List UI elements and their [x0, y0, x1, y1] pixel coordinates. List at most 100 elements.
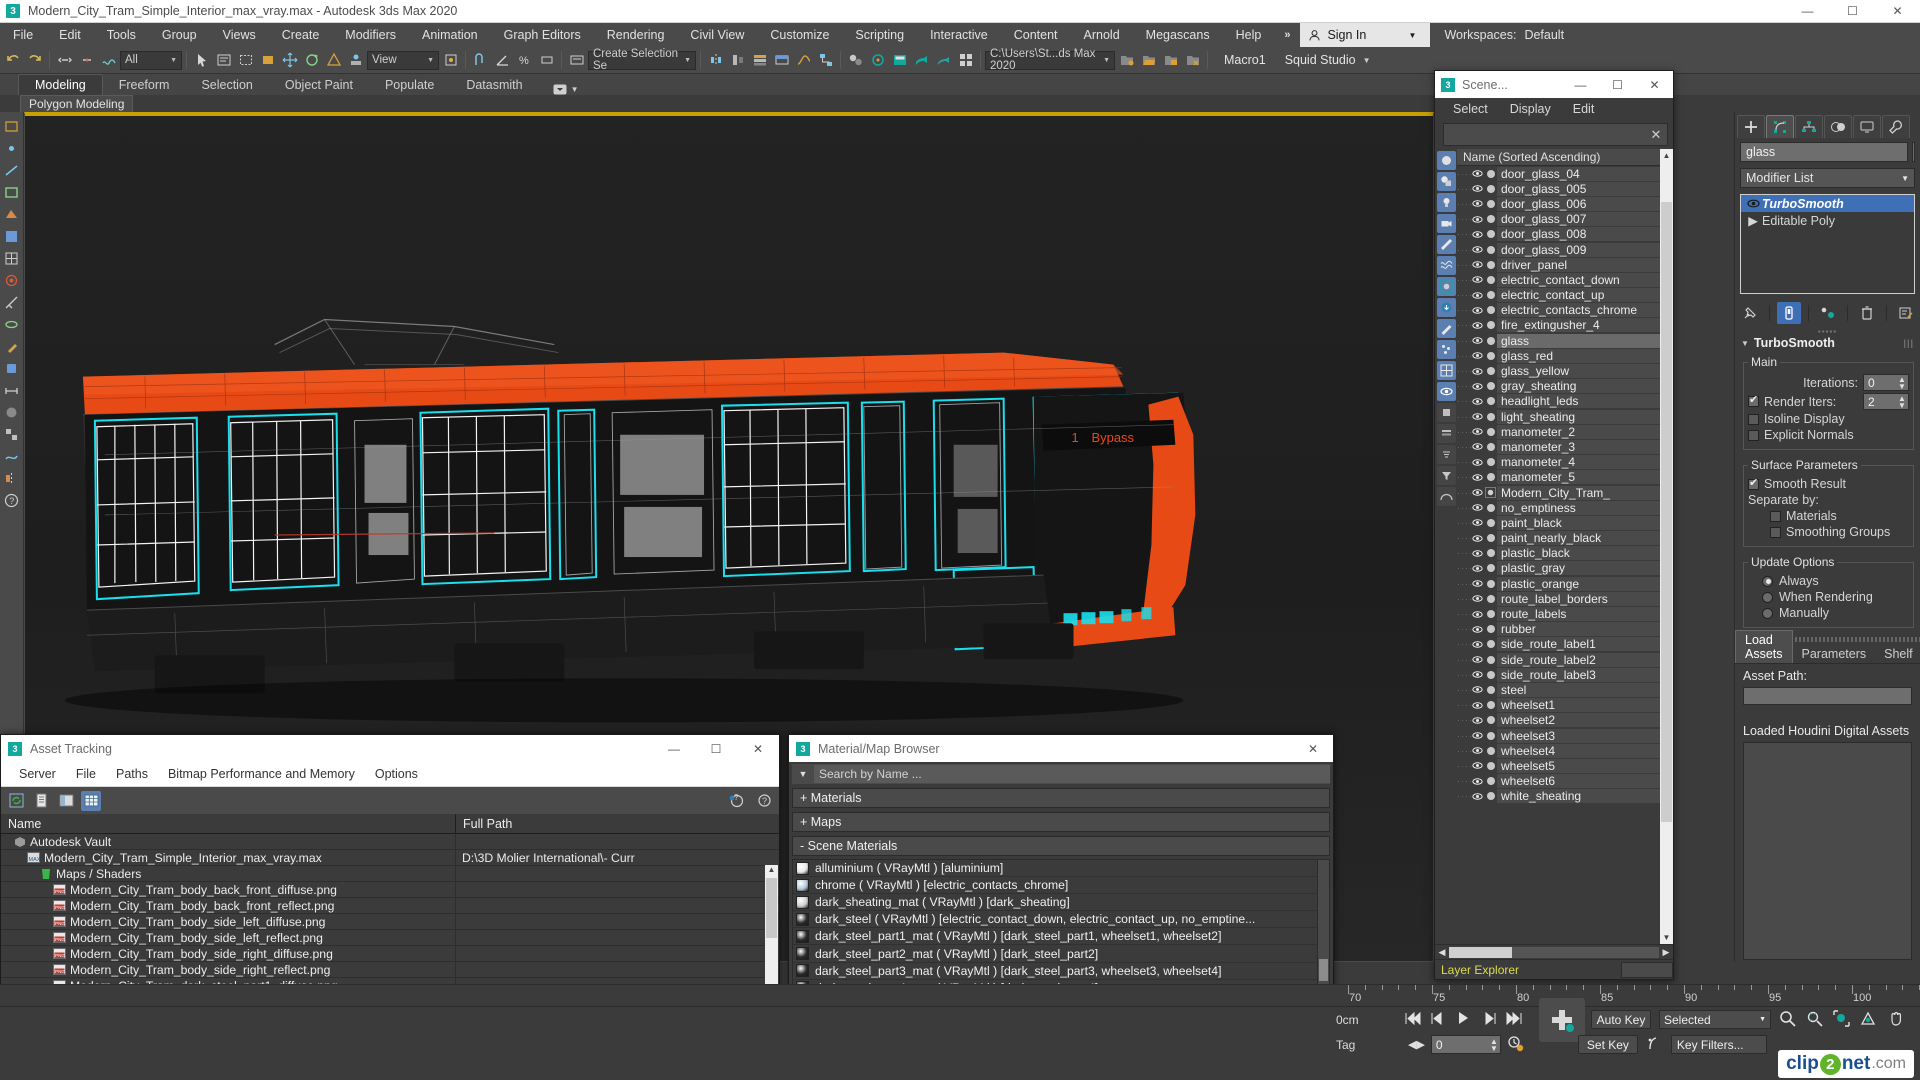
object-type-icon[interactable] [1484, 715, 1497, 725]
menu-file[interactable]: File [0, 23, 46, 47]
asset-path-cell[interactable] [456, 834, 779, 849]
filter-cameras-icon[interactable] [1436, 214, 1456, 233]
chevron-down-icon[interactable]: ▼ [164, 57, 177, 64]
menu-overflow-icon[interactable]: » [1274, 29, 1300, 41]
select-scale-icon[interactable] [323, 50, 344, 71]
menu-group[interactable]: Group [149, 23, 210, 47]
visibility-toggle-icon[interactable] [1471, 700, 1484, 711]
object-type-icon[interactable] [1484, 503, 1497, 513]
next-frame-icon[interactable] [1480, 1011, 1497, 1028]
asset-row[interactable]: PNG Modern_City_Tram_body_side_right_diff… [1, 946, 779, 962]
scroll-up-icon[interactable]: ▲ [1660, 149, 1673, 162]
select-object-icon[interactable] [191, 50, 212, 71]
filter-sort-icon[interactable] [1436, 445, 1456, 464]
filter-funnel-icon[interactable] [1436, 466, 1456, 485]
materials-checkbox[interactable] [1770, 510, 1781, 522]
project-folder-new-icon[interactable] [1116, 50, 1137, 71]
tab-create[interactable] [1737, 115, 1765, 138]
scene-object-row[interactable]: ···· glass_red [1457, 348, 1660, 363]
menu-graph-editors[interactable]: Graph Editors [491, 23, 594, 47]
asset-menu-options[interactable]: Options [365, 767, 428, 781]
bridge-icon[interactable] [2, 380, 22, 400]
scene-object-name[interactable]: side_route_label2 [1497, 652, 1660, 667]
scene-object-name[interactable]: wheelset6 [1497, 774, 1660, 789]
scene-object-row[interactable]: ···· electric_contacts_chrome [1457, 303, 1660, 318]
material-row[interactable]: dark_steel ( VRayMtl ) [electric_contact… [793, 911, 1317, 929]
visibility-toggle-icon[interactable] [1471, 669, 1484, 680]
visibility-toggle-icon[interactable] [1471, 426, 1484, 437]
scene-object-name[interactable]: headlight_leds [1497, 394, 1660, 409]
filter-spacewarps-icon[interactable] [1436, 256, 1456, 275]
tab-load-assets[interactable]: Load Assets [1735, 630, 1793, 663]
group-scene-materials[interactable]: - Scene Materials [792, 836, 1330, 856]
tab-shelf[interactable]: Shelf [1875, 645, 1920, 663]
object-type-icon[interactable] [1484, 245, 1497, 255]
scene-object-row[interactable]: ···· glass [1457, 333, 1660, 348]
object-color-swatch[interactable] [1912, 142, 1915, 162]
asset-path-input[interactable] [1743, 687, 1912, 705]
visibility-toggle-icon[interactable] [1471, 563, 1484, 574]
menu-arnold[interactable]: Arnold [1071, 23, 1133, 47]
squid-studio-label[interactable]: Squid Studio [1279, 53, 1362, 67]
select-link-icon[interactable] [54, 50, 75, 71]
previous-frame-icon[interactable] [1430, 1011, 1447, 1028]
spinner-arrows-icon[interactable]: ▲ ▼ [1897, 394, 1908, 409]
scene-object-row[interactable]: ···· door_glass_006 [1457, 196, 1660, 211]
show-end-result-icon[interactable] [1776, 302, 1801, 324]
help-icon[interactable]: ? [2, 490, 22, 510]
scene-object-name[interactable]: manometer_2 [1497, 424, 1660, 439]
rendered-frame-window-icon[interactable] [889, 50, 910, 71]
object-type-icon[interactable] [1484, 609, 1497, 619]
object-type-icon[interactable] [1484, 260, 1497, 270]
play-animation-icon[interactable] [1456, 1011, 1471, 1028]
scene-object-row[interactable]: ···· light_sheating [1457, 409, 1660, 424]
key-mode-combo[interactable]: Selected ▼ [1659, 1010, 1771, 1029]
asset-row[interactable]: PNG Modern_City_Tram_body_side_left_diffu… [1, 914, 779, 930]
object-type-icon[interactable] [1484, 624, 1497, 634]
go-to-start-icon[interactable] [1404, 1011, 1421, 1028]
scene-object-name[interactable]: manometer_5 [1497, 470, 1660, 485]
scene-object-name[interactable]: door_glass_006 [1497, 196, 1660, 211]
asset-path-cell[interactable] [456, 930, 779, 945]
soft-selection-icon[interactable] [2, 270, 22, 290]
asset-name-cell[interactable]: Maps / Shaders [1, 866, 456, 881]
scene-object-name[interactable]: route_labels [1497, 607, 1660, 622]
visibility-toggle-icon[interactable] [1471, 381, 1484, 392]
material-row[interactable]: chrome ( VRayMtl ) [electric_contacts_ch… [793, 877, 1317, 895]
menu-modifiers[interactable]: Modifiers [332, 23, 409, 47]
scene-menu-display[interactable]: Display [1500, 102, 1561, 116]
layer-explorer-icon[interactable] [749, 50, 770, 71]
scene-object-name[interactable]: glass_red [1497, 348, 1660, 363]
object-type-icon[interactable] [1484, 761, 1497, 771]
scene-explorer-column-header[interactable]: Name (Sorted Ascending) [1457, 149, 1660, 166]
filter-layers-icon[interactable] [1436, 424, 1456, 443]
scene-object-row[interactable]: ···· side_route_label1 [1457, 637, 1660, 652]
undo-icon[interactable] [2, 50, 23, 71]
browser-options-icon[interactable]: ▼ [792, 769, 814, 779]
scene-explorer-search[interactable]: ✕ [1443, 123, 1668, 146]
modifier-list-dropdown[interactable]: Modifier List ▼ [1740, 168, 1915, 188]
visibility-toggle-icon[interactable] [1471, 305, 1484, 316]
visibility-toggle-icon[interactable] [1471, 168, 1484, 179]
scene-object-name[interactable]: route_label_borders [1497, 591, 1660, 606]
visibility-toggle-icon[interactable] [1471, 350, 1484, 361]
visibility-toggle-icon[interactable] [1471, 244, 1484, 255]
scene-object-row[interactable]: ···· plastic_black [1457, 546, 1660, 561]
visibility-toggle-icon[interactable] [1471, 593, 1484, 604]
edit-named-selection-icon[interactable] [566, 50, 587, 71]
object-type-icon[interactable] [1484, 305, 1497, 315]
ribbon-options-icon[interactable]: ▼ [553, 84, 579, 95]
object-type-icon[interactable] [1484, 351, 1497, 361]
key-filters-curve-icon[interactable] [1638, 1035, 1671, 1055]
filter-scene-icon[interactable] [1436, 277, 1456, 296]
vertex-icon[interactable] [2, 138, 22, 158]
asset-row[interactable]: PNG Modern_City_Tram_body_back_front_diff… [1, 882, 779, 898]
tab-parameters[interactable]: Parameters [1793, 645, 1876, 663]
spinner-snap-icon[interactable] [536, 50, 557, 71]
scene-object-row[interactable]: ···· rubber [1457, 622, 1660, 637]
zoom-extents-icon[interactable] [1833, 1009, 1850, 1030]
scene-object-name[interactable]: door_glass_007 [1497, 212, 1660, 227]
visibility-toggle-icon[interactable] [1471, 274, 1484, 285]
menu-megascans[interactable]: Megascans [1133, 23, 1223, 47]
material-row[interactable]: dark_steel_part3_mat ( VRayMtl ) [dark_s… [793, 963, 1317, 980]
